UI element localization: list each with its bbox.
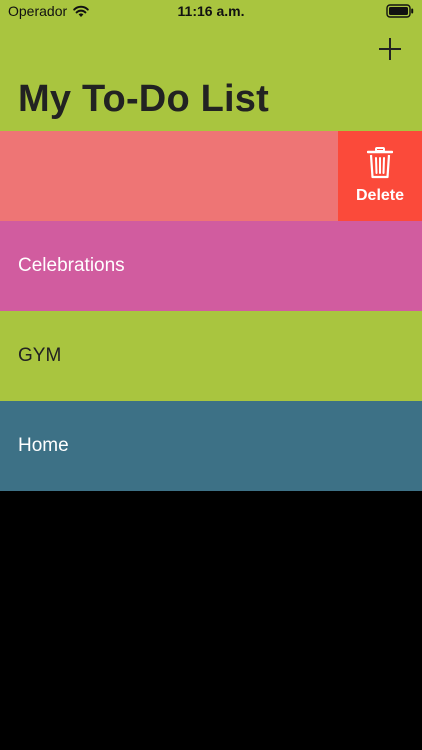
battery-icon: [386, 4, 414, 18]
add-list-button[interactable]: [376, 35, 404, 63]
delete-button[interactable]: Delete: [338, 131, 422, 221]
list-item-gym[interactable]: GYM: [0, 311, 422, 401]
list-item-home[interactable]: Home: [0, 401, 422, 491]
status-time: 11:16 a.m.: [177, 3, 245, 19]
app-screen: Operador 11:16 a.m. My To-Do List Delete…: [0, 0, 422, 750]
list-item-label: Home: [18, 435, 69, 456]
plus-icon: [379, 38, 401, 60]
todo-list: Delete Celebrations GYM Home: [0, 131, 422, 491]
list-item-celebrations[interactable]: Celebrations: [0, 221, 422, 311]
delete-label: Delete: [355, 187, 405, 204]
trash-icon: [367, 147, 393, 179]
list-item-label: GYM: [18, 345, 62, 366]
list-item-label: Celebrations: [18, 255, 125, 276]
list-item-swiped[interactable]: Delete: [0, 131, 422, 221]
status-bar: Operador 11:16 a.m.: [0, 0, 422, 23]
navigation-bar: My To-Do List: [0, 23, 422, 131]
page-title: My To-Do List: [18, 78, 269, 120]
